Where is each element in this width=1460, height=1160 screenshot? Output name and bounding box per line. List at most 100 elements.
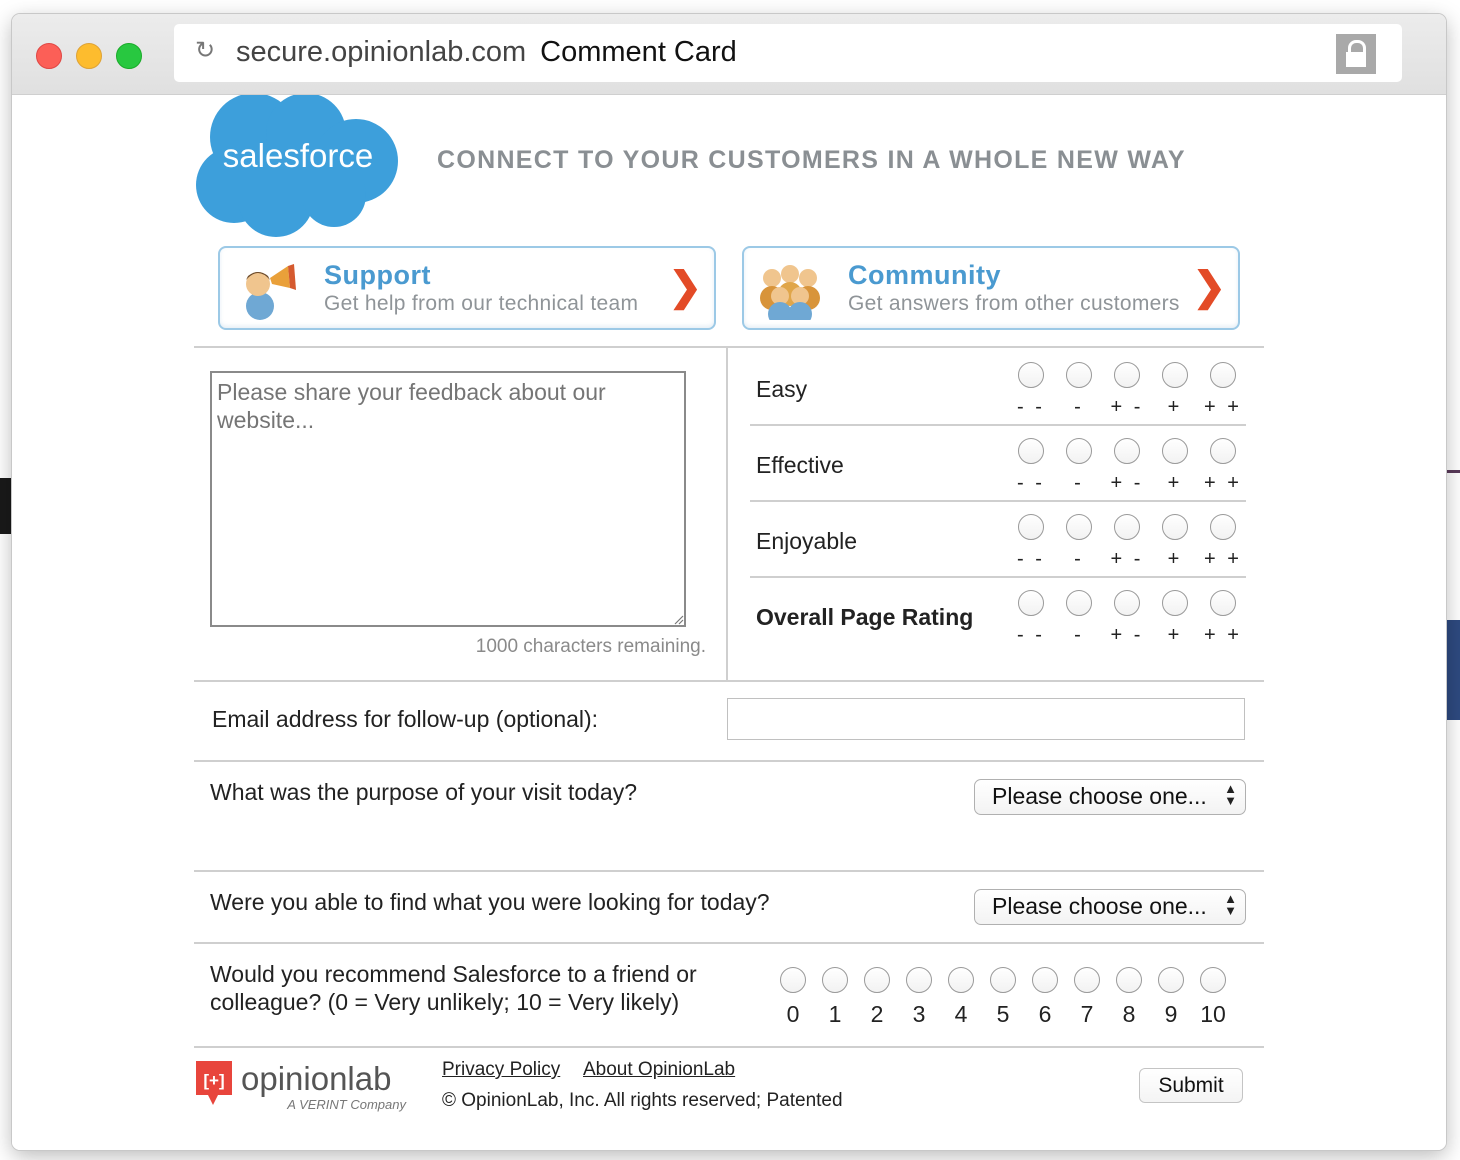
- recommend-radio[interactable]: [1116, 967, 1142, 993]
- feedback-textarea[interactable]: [210, 371, 686, 627]
- email-field[interactable]: [727, 698, 1245, 740]
- divider: [194, 346, 1264, 348]
- rating-scale-label: - -: [1017, 548, 1045, 570]
- divider: [194, 870, 1264, 872]
- community-people-icon: [758, 260, 824, 326]
- rating-scale-label: -: [1074, 624, 1084, 646]
- reload-icon[interactable]: ↻: [192, 38, 218, 64]
- rating-radio[interactable]: [1066, 438, 1092, 464]
- rating-radio[interactable]: [1018, 362, 1044, 388]
- about-opinionlab-link[interactable]: About OpinionLab: [583, 1059, 735, 1081]
- recommend-radio[interactable]: [1074, 967, 1100, 993]
- support-agent-icon: [234, 260, 300, 320]
- purpose-select[interactable]: Please choose one... ▲ ▼: [974, 779, 1246, 815]
- recommend-score-label: 5: [996, 1001, 1010, 1027]
- rating-label: Easy: [756, 376, 808, 402]
- recommend-radio[interactable]: [948, 967, 974, 993]
- url-domain: secure.opinionlab.com: [236, 36, 527, 68]
- recommend-score-label: 8: [1122, 1001, 1136, 1027]
- rating-radio[interactable]: [1018, 590, 1044, 616]
- purpose-question: What was the purpose of your visit today…: [210, 779, 637, 805]
- divider: [194, 942, 1264, 944]
- rating-radio[interactable]: [1066, 590, 1092, 616]
- support-title: Support: [324, 260, 431, 290]
- rating-radio[interactable]: [1210, 514, 1236, 540]
- rating-radio[interactable]: [1210, 438, 1236, 464]
- rating-radio[interactable]: [1210, 590, 1236, 616]
- rating-scale-label: + -: [1110, 396, 1144, 418]
- rating-radio[interactable]: [1066, 362, 1092, 388]
- rating-radio[interactable]: [1162, 438, 1188, 464]
- rating-scale-label: - -: [1017, 396, 1045, 418]
- rating-scale-label: - -: [1017, 624, 1045, 646]
- rating-scale-label: +: [1167, 472, 1183, 494]
- community-button[interactable]: Community Get answers from other custome…: [742, 246, 1240, 330]
- recommend-question-line1: Would you recommend Salesforce to a frie…: [210, 961, 697, 987]
- rating-radio[interactable]: [1114, 514, 1140, 540]
- rating-label: Enjoyable: [756, 528, 858, 554]
- rating-radio[interactable]: [1162, 590, 1188, 616]
- rating-scale-label: -: [1074, 548, 1084, 570]
- rating-radio[interactable]: [1066, 514, 1092, 540]
- address-bar[interactable]: ↻ secure.opinionlab.com Comment Card: [174, 24, 1402, 82]
- rating-label: Effective: [756, 452, 844, 478]
- rating-scale-label: + +: [1204, 396, 1242, 418]
- rating-radio[interactable]: [1114, 362, 1140, 388]
- support-button[interactable]: Support Get help from our technical team…: [218, 246, 716, 330]
- rating-radio[interactable]: [1018, 514, 1044, 540]
- minimize-window-button[interactable]: [76, 43, 102, 69]
- window-titlebar: ↻ secure.opinionlab.com Comment Card: [12, 14, 1446, 95]
- privacy-policy-link[interactable]: Privacy Policy: [442, 1059, 560, 1081]
- rating-scale-label: - -: [1017, 472, 1045, 494]
- recommend-radio[interactable]: [1158, 967, 1184, 993]
- found-question: Were you able to find what you were look…: [210, 889, 770, 915]
- recommend-radio[interactable]: [990, 967, 1016, 993]
- url-text: secure.opinionlab.com Comment Card: [236, 36, 737, 69]
- chevron-right-icon: ❯: [668, 265, 702, 309]
- popup-window: ↻ secure.opinionlab.comComment Card sal: [12, 14, 1446, 1150]
- rating-scale-label: -: [1074, 396, 1084, 418]
- recommend-radio[interactable]: [822, 967, 848, 993]
- rating-label: Overall Page Rating: [756, 604, 974, 630]
- found-selected: Please choose one...: [992, 893, 1207, 919]
- rating-scale-label: +: [1167, 548, 1183, 570]
- purpose-selected: Please choose one...: [992, 783, 1207, 809]
- logo-text: salesforce: [223, 137, 373, 174]
- rating-radio[interactable]: [1210, 362, 1236, 388]
- zoom-window-button[interactable]: [116, 43, 142, 69]
- rating-radio[interactable]: [1162, 362, 1188, 388]
- community-title: Community: [848, 260, 1001, 290]
- rating-radio[interactable]: [1162, 514, 1188, 540]
- submit-button[interactable]: Submit: [1139, 1068, 1243, 1103]
- community-subtitle: Get answers from other customers: [848, 292, 1180, 315]
- recommend-radio[interactable]: [1032, 967, 1058, 993]
- close-window-button[interactable]: [36, 43, 62, 69]
- recommend-radio[interactable]: [906, 967, 932, 993]
- select-arrows-icon: ▲ ▼: [1224, 891, 1237, 918]
- logo-mark: [+]: [203, 1071, 224, 1090]
- divider: [750, 500, 1246, 502]
- resize-grip-icon[interactable]: [672, 613, 684, 625]
- rating-scale-label: + -: [1110, 624, 1144, 646]
- recommend-score-label: 7: [1080, 1001, 1094, 1027]
- logo-text: opinionlab: [241, 1060, 391, 1097]
- recommend-score-label: 9: [1164, 1001, 1178, 1027]
- rating-scale-label: +: [1167, 624, 1183, 646]
- recommend-radio[interactable]: [864, 967, 890, 993]
- divider: [194, 680, 1264, 682]
- rating-scale-label: +: [1167, 396, 1183, 418]
- rating-scale-label: + -: [1110, 548, 1144, 570]
- recommend-radio[interactable]: [780, 967, 806, 993]
- rating-radio[interactable]: [1114, 590, 1140, 616]
- recommend-question-line2: colleague? (0 = Very unlikely; 10 = Very…: [210, 989, 680, 1015]
- found-select[interactable]: Please choose one... ▲ ▼: [974, 889, 1246, 925]
- background-page-bar: [0, 478, 12, 534]
- rating-radio[interactable]: [1018, 438, 1044, 464]
- rating-radio[interactable]: [1114, 438, 1140, 464]
- recommend-score-label: 1: [828, 1001, 842, 1027]
- opinionlab-logo: [+] opinionlab A VERINT Company: [194, 1057, 424, 1124]
- recommend-radio[interactable]: [1200, 967, 1226, 993]
- support-subtitle: Get help from our technical team: [324, 292, 639, 315]
- background-page-stripe: [1446, 620, 1460, 720]
- recommend-score-label: 4: [954, 1001, 968, 1027]
